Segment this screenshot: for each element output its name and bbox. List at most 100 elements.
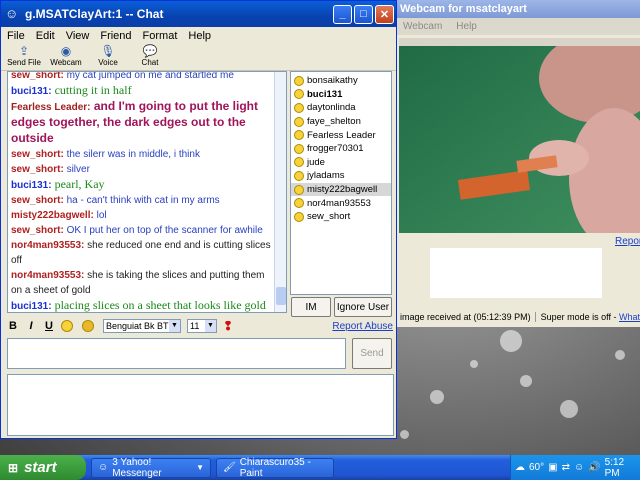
voice-button[interactable]: 🎙 Voice xyxy=(91,45,125,68)
chat-room-user-list[interactable]: bonsaikathy buci131 daytonlinda faye_shelto… xyxy=(290,71,392,295)
message-text: lol xyxy=(93,210,107,221)
menu-help[interactable]: Help xyxy=(188,30,211,42)
message-sender[interactable]: misty222bagwell: xyxy=(11,210,94,221)
messenger-icon: ☺ xyxy=(98,462,109,473)
message-text: OK I put her on top of the scanner for a… xyxy=(63,225,263,236)
chat-message: sew_short: OK I put her on top of the sc… xyxy=(11,223,272,238)
ignore-user-button[interactable]: Ignore User xyxy=(334,297,392,317)
messenger-smiley-icon: ☺ xyxy=(5,6,19,21)
conversation-scrollbar[interactable] xyxy=(274,72,286,312)
webcam-report-link[interactable]: Report xyxy=(615,236,640,247)
message-sender[interactable]: nor4man93553: xyxy=(11,240,84,251)
message-sender[interactable]: sew_short: xyxy=(11,72,64,81)
user-name: sew_short xyxy=(307,211,351,223)
message-sender[interactable]: buci131: xyxy=(11,180,52,191)
voice-label: Voice xyxy=(98,58,118,67)
chat-button[interactable]: 💬 Chat xyxy=(133,44,167,68)
network-icon[interactable]: ⇄ xyxy=(562,462,570,473)
user-list-item[interactable]: nor4man93553 xyxy=(291,196,391,210)
user-list-item[interactable]: daytonlinda xyxy=(291,101,391,115)
menu-file[interactable]: File xyxy=(7,30,25,42)
user-list-item[interactable]: faye_shelton xyxy=(291,115,391,129)
chat-toolbar: ⇪ Send File ◉ Webcam 🎙 Voice 💬 Chat xyxy=(1,45,396,71)
user-list-item[interactable]: jyladams xyxy=(291,169,391,183)
message-input[interactable] xyxy=(7,338,346,369)
message-list: sew_short: my cat jumped on me and start… xyxy=(11,72,272,312)
user-name: buci131 xyxy=(307,88,343,100)
taskbar-paint-label: Chiarascuro35 - Paint xyxy=(239,456,311,479)
windows-logo-icon: ⊞ xyxy=(8,460,19,475)
message-sender[interactable]: nor4man93553: xyxy=(11,270,84,281)
user-list-item[interactable]: jude xyxy=(291,156,391,170)
message-text: ha - can't think with cat in my arms xyxy=(63,195,220,206)
taskbar: ⊞ start ☺ 3 Yahoo! Messenger ▼ 🖌 Chiaras… xyxy=(0,455,640,480)
user-list-item[interactable]: sew_short xyxy=(291,210,391,224)
user-status-icon xyxy=(294,184,304,195)
underline-button[interactable]: U xyxy=(43,320,55,332)
conversation-pane[interactable]: sew_short: my cat jumped on me and start… xyxy=(7,71,287,313)
user-name: misty222bagwell xyxy=(307,184,378,196)
super-mode-link[interactable]: What xyxy=(619,312,640,322)
user-list-item[interactable]: misty222bagwell xyxy=(291,182,391,197)
weather-icon[interactable]: ☁ xyxy=(515,462,525,473)
taskbar-yahoo-label: 3 Yahoo! Messenger xyxy=(112,456,162,479)
chat-message: sew_short: ha - can't think with cat in … xyxy=(11,193,272,208)
user-name: frogger70301 xyxy=(307,143,364,155)
menu-format[interactable]: Format xyxy=(143,30,178,42)
webcam-window-title[interactable]: Webcam for msatclayart xyxy=(397,0,640,18)
menu-friend[interactable]: Friend xyxy=(100,30,131,42)
chat-bubble-icon: 💬 xyxy=(142,44,158,58)
user-status-icon xyxy=(294,102,304,113)
user-list-item[interactable]: Fearless Leader xyxy=(291,128,391,142)
maximize-button[interactable]: □ xyxy=(354,4,373,24)
webcam-info-area xyxy=(430,248,602,298)
message-sender[interactable]: Fearless Leader: xyxy=(11,102,91,113)
taskbar-paint[interactable]: 🖌 Chiarascuro35 - Paint xyxy=(216,456,334,479)
menu-view[interactable]: View xyxy=(66,30,90,42)
user-list-item[interactable]: bonsaikathy xyxy=(291,74,391,88)
webcam-window: Webcam for msatclayart Webcam Help Repor… xyxy=(397,0,640,327)
webcam-menu-help[interactable]: Help xyxy=(456,21,477,32)
user-name: jyladams xyxy=(307,170,345,182)
user-list-item[interactable]: buci131 xyxy=(291,88,391,102)
message-sender[interactable]: buci131: xyxy=(11,301,52,312)
menu-edit[interactable]: Edit xyxy=(36,30,55,42)
report-abuse-link[interactable]: Report Abuse xyxy=(332,321,393,332)
font-select-value: Benguiat Bk BT xyxy=(106,321,169,331)
send-file-button[interactable]: ⇪ Send File xyxy=(7,45,41,68)
message-sender[interactable]: sew_short: xyxy=(11,225,64,236)
send-button[interactable]: Send xyxy=(352,338,392,369)
message-text: the silerr was in middle, i think xyxy=(63,149,200,160)
user-list-item[interactable]: frogger70301 xyxy=(291,142,391,156)
chat-message: nor4man93553: she reduced one end and is… xyxy=(11,238,272,268)
secondary-pane[interactable] xyxy=(7,374,394,436)
chat-label: Chat xyxy=(141,58,159,67)
chat-message: buci131: pearl, Kay xyxy=(11,177,272,193)
font-size-select[interactable]: 11 ▼ xyxy=(187,319,217,333)
taskbar-yahoo-messenger[interactable]: ☺ 3 Yahoo! Messenger ▼ xyxy=(91,456,211,479)
chat-window: ☺ g.MSATClayArt:1 -- Chat _ □ ✕ File Edi… xyxy=(0,0,397,439)
start-button[interactable]: ⊞ start xyxy=(0,455,86,480)
italic-button[interactable]: I xyxy=(25,320,37,332)
message-sender[interactable]: buci131: xyxy=(11,86,52,97)
user-name: daytonlinda xyxy=(307,102,356,114)
alert-icon[interactable]: ❢ xyxy=(223,319,233,333)
tray-app-icon[interactable]: ▣ xyxy=(548,462,557,473)
volume-icon[interactable]: 🔊 xyxy=(588,462,600,473)
temperature-readout[interactable]: 60° xyxy=(529,462,544,473)
webcam-button[interactable]: ◉ Webcam xyxy=(49,45,83,68)
close-button[interactable]: ✕ xyxy=(375,4,394,24)
clock[interactable]: 5:12 PM xyxy=(605,457,640,479)
font-select[interactable]: Benguiat Bk BT ▼ xyxy=(103,319,181,333)
im-button[interactable]: IM xyxy=(291,297,331,317)
messenger-tray-icon[interactable]: ☺ xyxy=(574,462,584,473)
chat-titlebar[interactable]: ☺ g.MSATClayArt:1 -- Chat _ □ ✕ xyxy=(1,1,396,27)
webcam-menu-webcam[interactable]: Webcam xyxy=(403,21,442,32)
message-sender[interactable]: sew_short: xyxy=(11,164,64,175)
emoticon-icon[interactable] xyxy=(61,320,73,332)
audible-icon[interactable] xyxy=(82,320,94,332)
bold-button[interactable]: B xyxy=(7,320,19,332)
minimize-button[interactable]: _ xyxy=(333,4,352,24)
message-sender[interactable]: sew_short: xyxy=(11,195,64,206)
message-sender[interactable]: sew_short: xyxy=(11,149,64,160)
